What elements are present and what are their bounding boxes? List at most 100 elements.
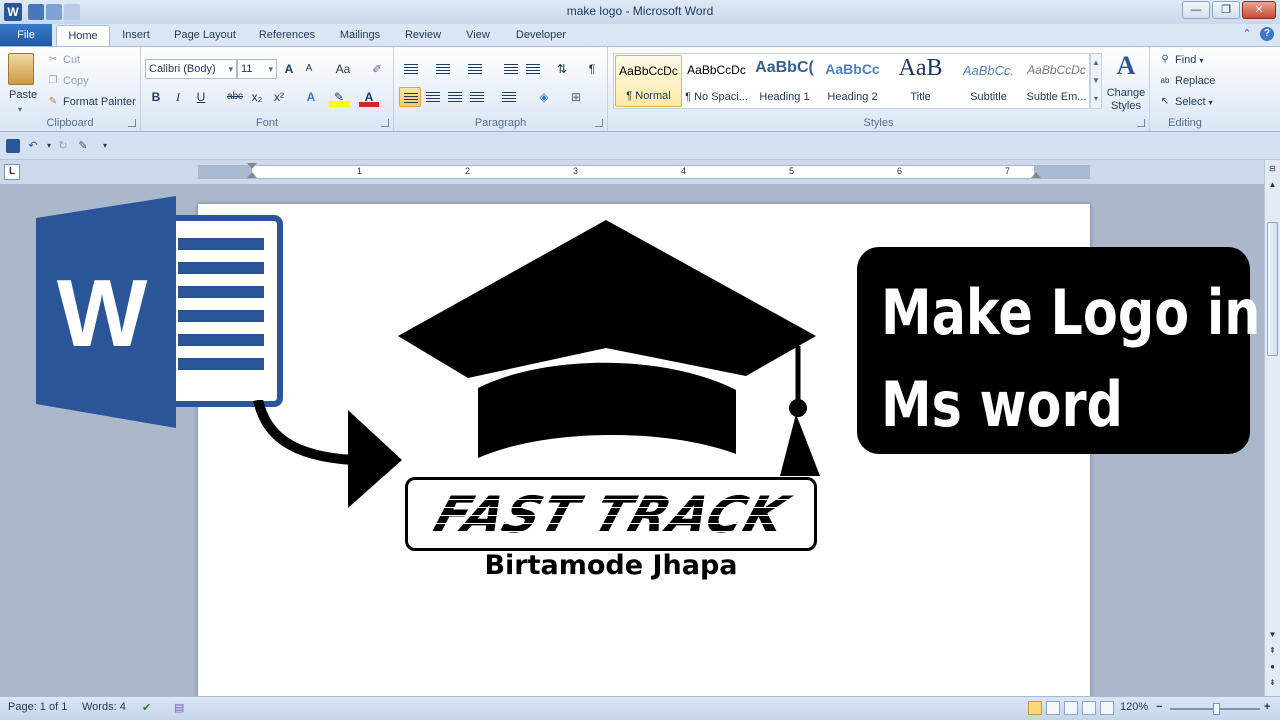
web-layout-icon[interactable] [1064,701,1078,715]
style-subtle-emphasis[interactable]: AaBbCcDc Subtle Em... [1023,55,1090,107]
tab-selector[interactable]: L [4,164,20,180]
borders-icon[interactable]: ⊞ [566,87,586,107]
highlight-icon[interactable]: ✎ [329,87,349,107]
change-styles-button[interactable]: Change Styles [1102,87,1150,113]
decrease-indent-icon[interactable] [500,59,522,79]
strikethrough-button[interactable]: abc [223,87,247,107]
macro-record-icon[interactable]: ▤ [174,701,184,714]
proofing-icon[interactable]: ✔ [142,701,151,714]
clipboard-dialog-launcher[interactable] [128,119,136,127]
tab-file[interactable]: File [0,24,52,46]
tab-developer[interactable]: Developer [508,25,574,46]
replace-button[interactable]: ab Replace [1158,74,1216,88]
zoom-level[interactable]: 120% [1120,701,1148,713]
tab-page-layout[interactable]: Page Layout [168,25,242,46]
subscript-button[interactable]: x₂ [247,87,267,107]
paste-icon[interactable] [8,53,34,85]
style-heading-2[interactable]: AaBbCc Heading 2 [819,55,886,107]
next-page-icon[interactable]: ⇟ [1265,676,1280,690]
copy-button[interactable]: ❐ Copy [46,74,89,88]
italic-button[interactable]: I [168,87,188,107]
shrink-font-button[interactable]: A [299,59,319,79]
paragraph-dialog-launcher[interactable] [595,119,603,127]
font-dialog-launcher[interactable] [381,119,389,127]
draft-view-icon[interactable] [1100,701,1114,715]
style-subtitle[interactable]: AaBbCc. Subtitle [955,55,1022,107]
font-color-button[interactable]: A [359,87,379,107]
redo-icon[interactable]: ↻ [56,139,70,153]
font-size-combo[interactable]: 11 [237,59,277,79]
cap-band [478,362,736,458]
styles-label: Styles [863,117,894,129]
select-button[interactable]: ↖ Select ▾ [1158,95,1213,109]
tab-view[interactable]: View [458,25,498,46]
paste-button[interactable]: Paste [9,89,37,101]
horizontal-ruler[interactable]: 1 2 3 4 5 6 7 [198,163,1090,179]
grow-font-button[interactable]: A [279,59,299,79]
find-button[interactable]: ⚲ Find ▾ [1158,53,1203,67]
style-title[interactable]: AaB Title [887,55,954,107]
tab-references[interactable]: References [252,25,322,46]
justify-icon[interactable] [466,87,488,107]
align-right-icon[interactable] [444,87,466,107]
line-spacing-icon[interactable] [498,87,520,107]
change-styles-icon[interactable]: A [1108,51,1144,81]
multilevel-list-icon[interactable] [464,59,486,79]
tab-review[interactable]: Review [398,25,448,46]
styles-dialog-launcher[interactable] [1137,119,1145,127]
sort-icon[interactable]: ⇅ [552,59,572,79]
clear-format-icon[interactable]: ✐ [367,59,387,79]
style-heading-1[interactable]: AaBbC( Heading 1 [751,55,818,107]
cut-button[interactable]: ✂ Cut [46,53,80,67]
style-normal[interactable]: AaBbCcDc ¶ Normal [615,55,682,107]
scroll-down-icon[interactable]: ▼ [1265,628,1280,642]
zoom-in-button[interactable]: + [1264,701,1270,713]
minimize-button[interactable]: — [1182,1,1210,19]
text-effects-icon[interactable]: A [301,87,321,107]
customize-qat-icon[interactable]: ▾ [98,139,112,153]
underline-button[interactable]: U [191,87,211,107]
superscript-button[interactable]: x² [269,87,289,107]
outline-view-icon[interactable] [1082,701,1096,715]
scroll-thumb[interactable] [1267,222,1278,356]
tab-mailings[interactable]: Mailings [332,25,388,46]
show-formatting-button[interactable]: ¶ [582,59,602,79]
save-icon[interactable] [6,139,20,153]
tab-home[interactable]: Home [56,25,110,46]
bullets-icon[interactable] [400,59,422,79]
ruler-toggle-icon[interactable]: ⊟ [1265,162,1280,176]
full-screen-reading-icon[interactable] [1046,701,1060,715]
shading-icon[interactable]: ◈ [534,87,554,107]
hanging-indent[interactable] [247,172,257,178]
first-line-indent[interactable] [247,163,257,169]
page-count[interactable]: Page: 1 of 1 [8,701,67,713]
maximize-button[interactable]: ❐ [1212,1,1240,19]
change-case-button[interactable]: Aa [329,59,357,79]
select-browse-object-icon[interactable]: ● [1265,660,1280,674]
print-layout-view-icon[interactable] [1028,701,1042,715]
paste-dropdown-icon[interactable]: ▾ [18,105,22,114]
quick-print-icon[interactable]: ✎ [76,139,90,153]
bold-button[interactable]: B [146,87,166,107]
scroll-up-icon[interactable]: ▲ [1265,178,1280,192]
word-count[interactable]: Words: 4 [82,701,126,713]
vertical-scrollbar[interactable]: ⊟ ▲ ▼ ⇞ ● ⇟ [1264,160,1280,696]
align-center-icon[interactable] [422,87,444,107]
help-icon[interactable]: ? [1260,27,1274,41]
increase-indent-icon[interactable] [522,59,544,79]
previous-page-icon[interactable]: ⇞ [1265,644,1280,658]
tab-insert[interactable]: Insert [114,25,158,46]
font-name-combo[interactable]: Calibri (Body) [145,59,237,79]
gallery-scroll[interactable]: ▲ ▼ ▾ [1090,53,1102,109]
numbering-icon[interactable] [432,59,454,79]
right-indent[interactable] [1031,172,1041,178]
zoom-out-button[interactable]: − [1156,701,1162,713]
minimize-ribbon-icon[interactable]: ⌃ [1240,27,1254,41]
close-button[interactable]: ✕ [1242,1,1276,19]
undo-dropdown-icon[interactable]: ▾ [42,139,56,153]
style-no-spacing[interactable]: AaBbCcDc ¶ No Spaci... [683,55,750,107]
undo-icon[interactable]: ↶ [26,139,40,153]
format-painter-button[interactable]: ✎ Format Painter [46,95,136,109]
align-left-icon[interactable] [399,87,421,107]
zoom-slider-handle[interactable] [1213,703,1220,715]
